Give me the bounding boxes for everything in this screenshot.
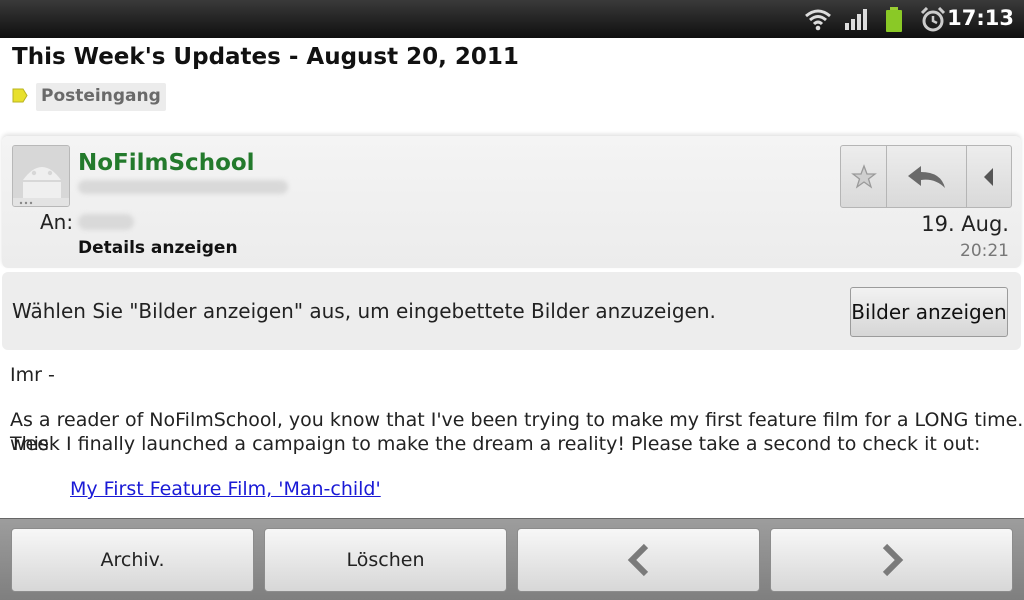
chevron-left-icon bbox=[627, 543, 648, 577]
message-actions bbox=[840, 145, 1012, 208]
reply-icon bbox=[907, 165, 945, 188]
triangle-left-icon bbox=[984, 167, 993, 186]
film-link[interactable]: My First Feature Film, 'Man-child' bbox=[70, 478, 381, 500]
star-button[interactable] bbox=[841, 146, 887, 207]
reply-button[interactable] bbox=[887, 146, 967, 207]
chevron-right-icon bbox=[882, 543, 903, 577]
recipient-redacted bbox=[78, 214, 134, 230]
signal-icon bbox=[845, 9, 867, 30]
archive-button[interactable]: Archiv. bbox=[11, 528, 254, 592]
bottom-toolbar: Archiv. Löschen bbox=[0, 518, 1024, 600]
next-message-button[interactable] bbox=[770, 528, 1013, 592]
received-time: 20:21 bbox=[960, 241, 1009, 261]
received-date: 19. Aug. bbox=[921, 212, 1009, 236]
delete-button[interactable]: Löschen bbox=[264, 528, 507, 592]
email-greeting: Imr - bbox=[10, 364, 55, 386]
avatar[interactable] bbox=[12, 145, 70, 207]
email-subject: This Week's Updates - August 20, 2011 bbox=[12, 44, 519, 70]
star-icon bbox=[850, 163, 877, 189]
label-tag-icon bbox=[12, 88, 28, 103]
android-avatar-icon bbox=[13, 146, 69, 206]
to-label: An: bbox=[40, 210, 74, 234]
email-paragraph-line: week I finally launched a campaign to ma… bbox=[10, 433, 981, 455]
sender-email-redacted bbox=[78, 180, 288, 194]
alarm-icon bbox=[920, 7, 946, 32]
show-images-banner: Wählen Sie "Bilder anzeigen" aus, um ein… bbox=[2, 272, 1021, 350]
show-images-button[interactable]: Bilder anzeigen bbox=[850, 287, 1008, 337]
sender-name[interactable]: NoFilmSchool bbox=[78, 150, 255, 176]
status-time: 17:13 bbox=[947, 6, 1014, 30]
show-details-link[interactable]: Details anzeigen bbox=[78, 238, 238, 258]
wifi-icon bbox=[805, 9, 831, 31]
sender-card: NoFilmSchool An: Details anzeigen 19. Au… bbox=[2, 136, 1021, 268]
label-chip[interactable]: Posteingang bbox=[36, 83, 166, 111]
status-bar: 17:13 bbox=[0, 0, 1024, 38]
previous-message-button[interactable] bbox=[517, 528, 760, 592]
battery-icon bbox=[886, 7, 902, 32]
more-actions-button[interactable] bbox=[967, 146, 1011, 207]
images-banner-message: Wählen Sie "Bilder anzeigen" aus, um ein… bbox=[12, 299, 716, 323]
